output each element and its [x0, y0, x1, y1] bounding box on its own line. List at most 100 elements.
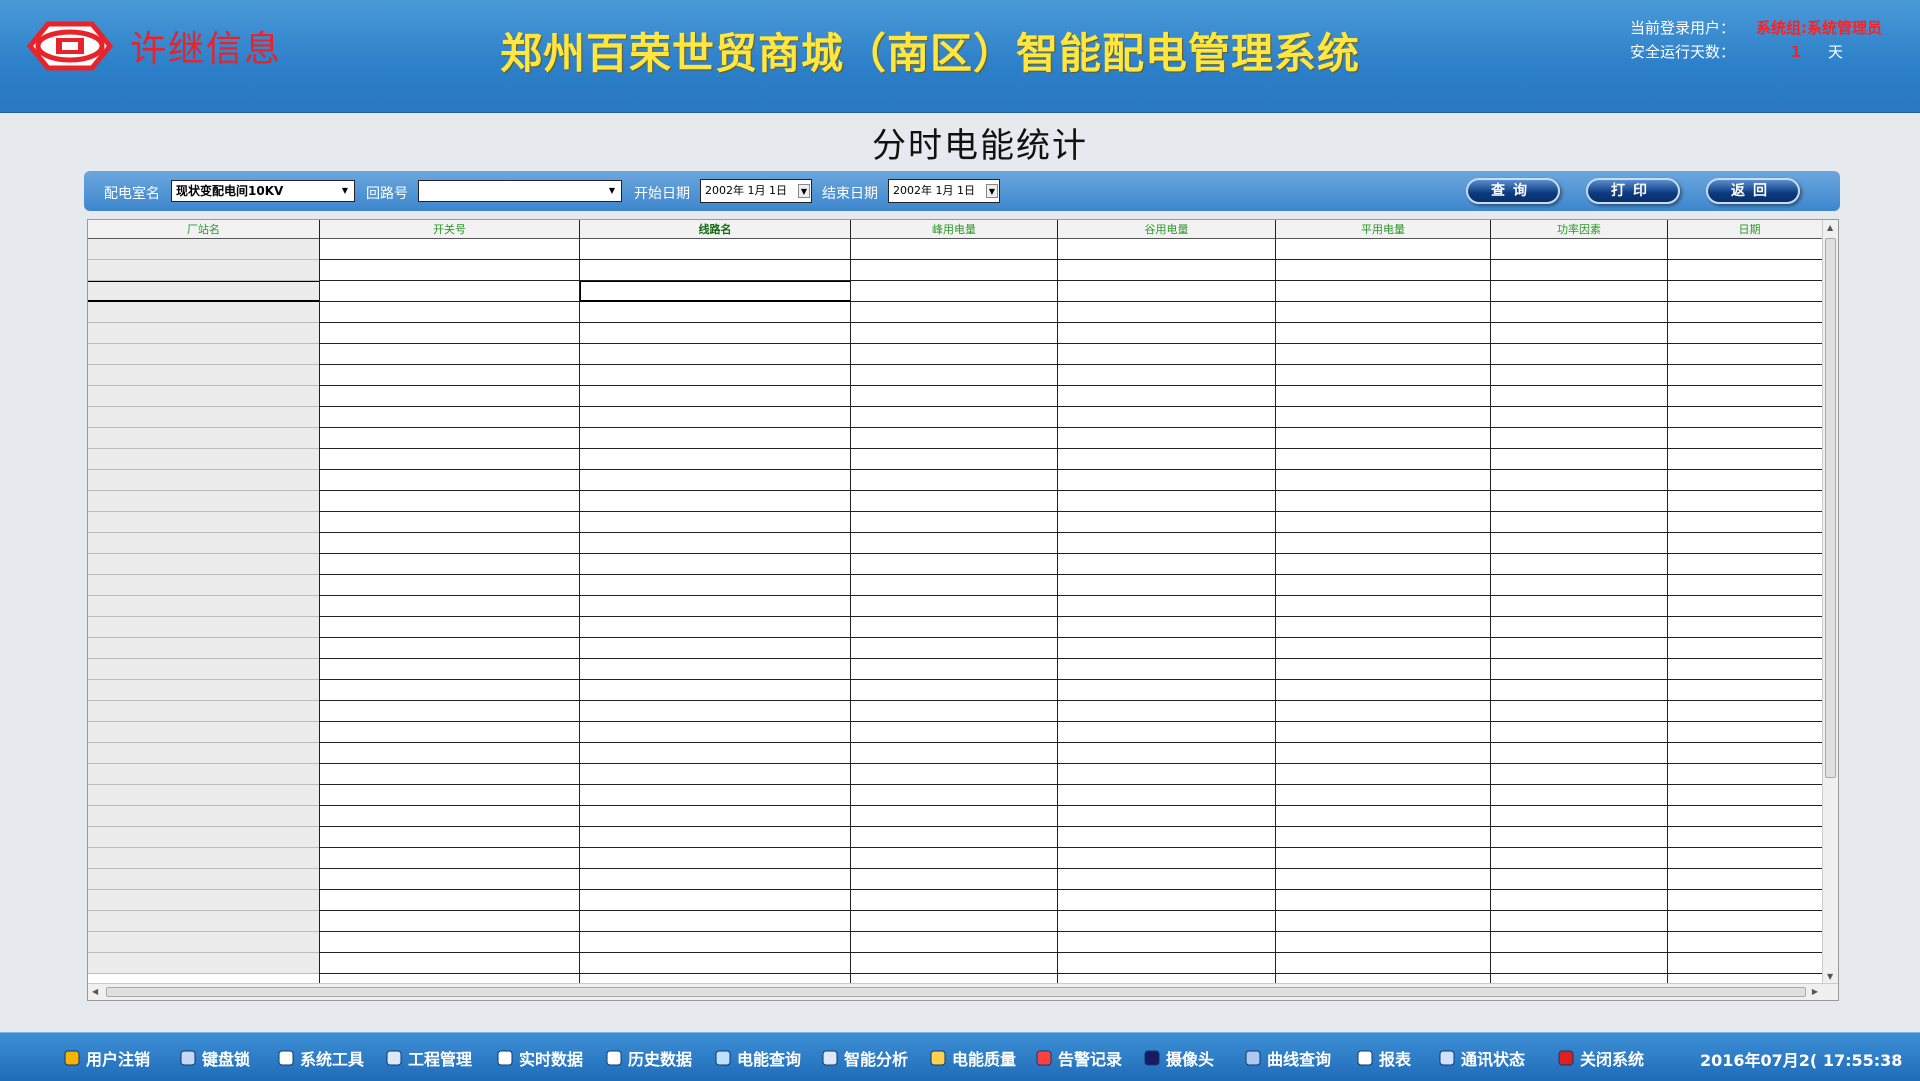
table-cell[interactable] — [1058, 638, 1275, 659]
table-cell[interactable] — [1668, 701, 1831, 722]
taskbar-item-keyboard[interactable]: 键盘锁 — [178, 1047, 250, 1069]
table-cell[interactable] — [1668, 890, 1831, 911]
table-cell[interactable] — [1668, 281, 1831, 302]
table-cell[interactable] — [1491, 512, 1667, 533]
table-cell[interactable] — [580, 428, 850, 449]
table-cell[interactable] — [1491, 344, 1667, 365]
table-cell[interactable] — [88, 554, 319, 575]
table-cell[interactable] — [1058, 407, 1275, 428]
table-cell[interactable] — [320, 260, 579, 281]
table-cell[interactable] — [1058, 365, 1275, 386]
table-cell[interactable] — [88, 344, 319, 365]
vertical-scroll-thumb[interactable] — [1825, 238, 1836, 778]
table-cell[interactable] — [1276, 743, 1490, 764]
table-cell[interactable] — [1668, 659, 1831, 680]
table-cell[interactable] — [580, 743, 850, 764]
table-cell[interactable] — [580, 365, 850, 386]
table-cell[interactable] — [1668, 953, 1831, 974]
table-cell[interactable] — [1668, 827, 1831, 848]
table-cell[interactable] — [851, 302, 1057, 323]
table-cell[interactable] — [851, 281, 1057, 302]
room-select[interactable]: 现状变配电间10KV ▼ — [171, 180, 355, 202]
table-cell[interactable] — [1668, 260, 1831, 281]
table-cell[interactable] — [1276, 344, 1490, 365]
table-cell[interactable] — [1491, 533, 1667, 554]
table-cell[interactable] — [580, 260, 850, 281]
scroll-left-icon[interactable]: ◀ — [92, 987, 98, 996]
table-cell[interactable] — [1491, 365, 1667, 386]
table-cell[interactable] — [1491, 932, 1667, 953]
table-cell[interactable] — [320, 638, 579, 659]
table-cell[interactable] — [580, 785, 850, 806]
table-cell[interactable] — [1491, 743, 1667, 764]
table-cell[interactable] — [1276, 890, 1490, 911]
table-cell[interactable] — [851, 491, 1057, 512]
column-header[interactable]: 厂站名 — [88, 220, 319, 239]
table-cell[interactable] — [851, 449, 1057, 470]
table-cell[interactable] — [88, 491, 319, 512]
table-cell[interactable] — [88, 680, 319, 701]
table-cell[interactable] — [1668, 386, 1831, 407]
table-cell[interactable] — [1491, 911, 1667, 932]
query-button[interactable]: 查询 — [1466, 178, 1560, 204]
table-cell[interactable] — [320, 449, 579, 470]
table-cell[interactable] — [1668, 869, 1831, 890]
taskbar-item-camera[interactable]: 摄像头 — [1142, 1047, 1214, 1069]
taskbar-item-report[interactable]: 报表 — [1355, 1047, 1411, 1069]
table-cell[interactable] — [1058, 701, 1275, 722]
table-cell[interactable] — [1058, 890, 1275, 911]
table-cell[interactable] — [1491, 260, 1667, 281]
table-cell[interactable] — [88, 911, 319, 932]
table-cell[interactable] — [851, 407, 1057, 428]
table-cell[interactable] — [851, 554, 1057, 575]
table-cell[interactable] — [580, 617, 850, 638]
table-cell[interactable] — [88, 407, 319, 428]
table-cell[interactable] — [851, 806, 1057, 827]
table-cell[interactable] — [580, 701, 850, 722]
table-cell[interactable] — [1276, 554, 1490, 575]
table-cell[interactable] — [88, 722, 319, 743]
table-cell[interactable] — [1058, 785, 1275, 806]
table-cell[interactable] — [580, 869, 850, 890]
table-cell[interactable] — [1491, 470, 1667, 491]
table-cell[interactable] — [1276, 659, 1490, 680]
table-cell[interactable] — [88, 701, 319, 722]
table-cell[interactable] — [1058, 953, 1275, 974]
table-cell[interactable] — [1276, 911, 1490, 932]
taskbar-item-realtime[interactable]: 实时数据 — [495, 1047, 583, 1069]
table-cell[interactable] — [1058, 239, 1275, 260]
column-header[interactable]: 功率因素 — [1491, 220, 1667, 239]
table-cell[interactable] — [1276, 953, 1490, 974]
column-header[interactable]: 开关号 — [320, 220, 579, 239]
table-cell[interactable] — [1668, 764, 1831, 785]
table-cell[interactable] — [1058, 911, 1275, 932]
column-header[interactable]: 峰用电量 — [851, 220, 1057, 239]
table-cell[interactable] — [1058, 491, 1275, 512]
table-cell[interactable] — [580, 407, 850, 428]
table-cell[interactable] — [1668, 533, 1831, 554]
table-cell[interactable] — [320, 470, 579, 491]
table-cell[interactable] — [1668, 806, 1831, 827]
table-cell[interactable] — [1491, 701, 1667, 722]
table-cell[interactable] — [580, 932, 850, 953]
table-cell[interactable] — [1491, 827, 1667, 848]
table-cell[interactable] — [851, 680, 1057, 701]
table-cell[interactable] — [1668, 596, 1831, 617]
table-cell[interactable] — [320, 302, 579, 323]
taskbar-item-history[interactable]: 历史数据 — [604, 1047, 692, 1069]
table-cell[interactable] — [320, 680, 579, 701]
table-cell[interactable] — [1491, 722, 1667, 743]
table-cell[interactable] — [851, 701, 1057, 722]
table-cell[interactable] — [88, 617, 319, 638]
horizontal-scrollbar[interactable]: ◀ ▶ — [88, 983, 1838, 1000]
table-cell[interactable] — [1276, 281, 1490, 302]
table-cell[interactable] — [320, 533, 579, 554]
table-cell[interactable] — [580, 239, 850, 260]
table-cell[interactable] — [580, 764, 850, 785]
table-cell[interactable] — [1491, 386, 1667, 407]
table-cell[interactable] — [320, 827, 579, 848]
table-cell[interactable] — [320, 428, 579, 449]
table-cell[interactable] — [1276, 491, 1490, 512]
table-cell[interactable] — [1491, 617, 1667, 638]
table-cell[interactable] — [851, 575, 1057, 596]
